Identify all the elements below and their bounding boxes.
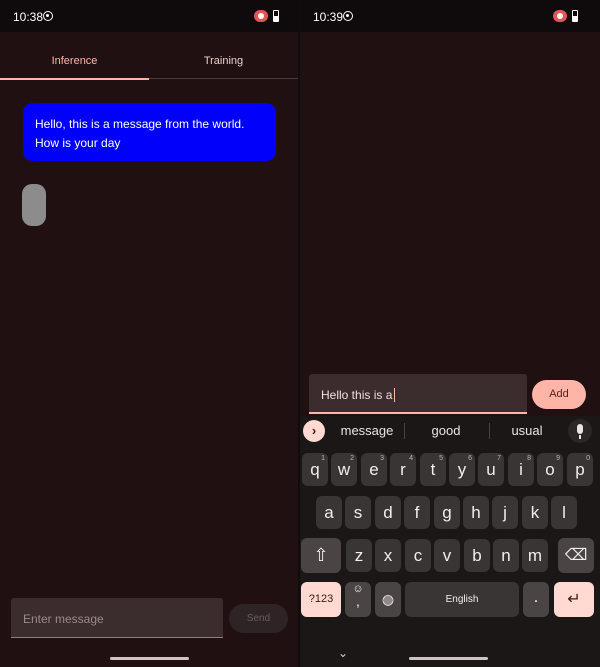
battery-icon [273,10,279,22]
chevron-down-icon[interactable]: ⌄ [338,646,348,660]
key-label: t [430,460,436,479]
suggestion-divider [404,423,405,439]
key-label: q [310,460,320,479]
key-q[interactable]: 1q [302,453,328,486]
message-bubble: Hello, this is a message from the world.… [23,103,276,161]
key-g[interactable]: g [434,496,460,529]
typing-indicator [22,184,46,226]
period-key[interactable]: . [523,582,549,617]
status-time: 10:38 [13,10,44,24]
key-hint: 9 [556,455,560,462]
symbols-key[interactable]: ?123 [301,582,341,617]
status-bar: 10:38 [0,0,298,32]
key-label: r [400,460,406,479]
key-label: i [519,460,523,479]
inference-screen: 10:38 Inference Training Hello, this is … [0,0,298,667]
key-z[interactable]: z [346,539,372,572]
key-hint: 4 [409,455,413,462]
suggestion-strip: › message good usual [300,416,600,446]
key-p[interactable]: 0p [567,453,593,486]
suggestion-divider [489,423,490,439]
tab-training[interactable]: Training [149,44,298,79]
send-button[interactable]: Send [229,604,288,633]
key-v[interactable]: v [434,539,460,572]
key-f[interactable]: f [404,496,430,529]
key-hint: 3 [380,455,384,462]
status-time: 10:39 [313,10,344,24]
key-label: o [545,460,555,479]
emoji-comma-key[interactable]: ☺ , [345,582,371,617]
key-o[interactable]: 9o [537,453,563,486]
screen-record-icon [553,10,567,22]
key-label: w [337,460,351,479]
key-e[interactable]: 3e [361,453,387,486]
key-r[interactable]: 4r [390,453,416,486]
suggestion-3[interactable]: usual [492,416,562,446]
expand-toolbar-icon[interactable]: › [303,420,325,442]
text-cursor [394,388,396,402]
key-hint: 1 [321,455,325,462]
training-text-input[interactable]: Hello this is a [309,374,527,414]
key-hint: 6 [468,455,472,462]
training-input-value: Hello this is a [321,388,393,402]
key-hint: 7 [497,455,501,462]
backspace-key[interactable]: ⌫ [558,538,594,573]
key-y[interactable]: 6y [449,453,475,486]
location-icon [343,11,353,21]
suggestion-1[interactable]: message [332,416,402,446]
add-button[interactable]: Add [532,380,586,409]
key-t[interactable]: 5t [420,453,446,486]
status-bar: 10:39 [300,0,600,32]
key-label: y [457,460,467,479]
key-s[interactable]: s [345,496,371,529]
key-i[interactable]: 8i [508,453,534,486]
battery-icon [572,10,578,22]
key-hint: 5 [439,455,443,462]
gesture-nav-bar[interactable] [110,657,189,660]
soft-keyboard: › message good usual 1q2w3e4r5t6y7u8i9o0… [300,416,600,667]
gesture-nav-bar[interactable] [409,657,488,660]
training-screen: 10:39 Hello this is a Add › message good… [300,0,600,667]
suggestion-2[interactable]: good [410,416,482,446]
shift-key[interactable]: ⇧ [301,538,341,573]
tab-bar: Inference Training [0,44,298,80]
key-d[interactable]: d [375,496,401,529]
comma-label: , [356,593,360,609]
key-c[interactable]: c [405,539,431,572]
key-a[interactable]: a [316,496,342,529]
key-h[interactable]: h [463,496,489,529]
key-hint: 2 [350,455,354,462]
tab-inference[interactable]: Inference [0,44,149,80]
key-label: u [486,460,496,479]
key-n[interactable]: n [493,539,519,572]
key-l[interactable]: l [551,496,577,529]
screen-record-icon [254,10,268,22]
enter-key[interactable]: ↵ [554,582,594,617]
key-u[interactable]: 7u [478,453,504,486]
key-b[interactable]: b [464,539,490,572]
key-m[interactable]: m [522,539,548,572]
message-input[interactable]: Enter message [11,598,223,638]
language-globe-icon[interactable]: ◍ [375,582,401,617]
key-w[interactable]: 2w [331,453,357,486]
microphone-icon[interactable] [568,419,592,443]
key-label: p [575,460,585,479]
key-k[interactable]: k [522,496,548,529]
key-label: e [369,460,379,479]
space-key[interactable]: English [405,582,519,617]
key-hint: 0 [586,455,590,462]
key-j[interactable]: j [492,496,518,529]
key-hint: 8 [527,455,531,462]
key-x[interactable]: x [375,539,401,572]
location-icon [43,11,53,21]
